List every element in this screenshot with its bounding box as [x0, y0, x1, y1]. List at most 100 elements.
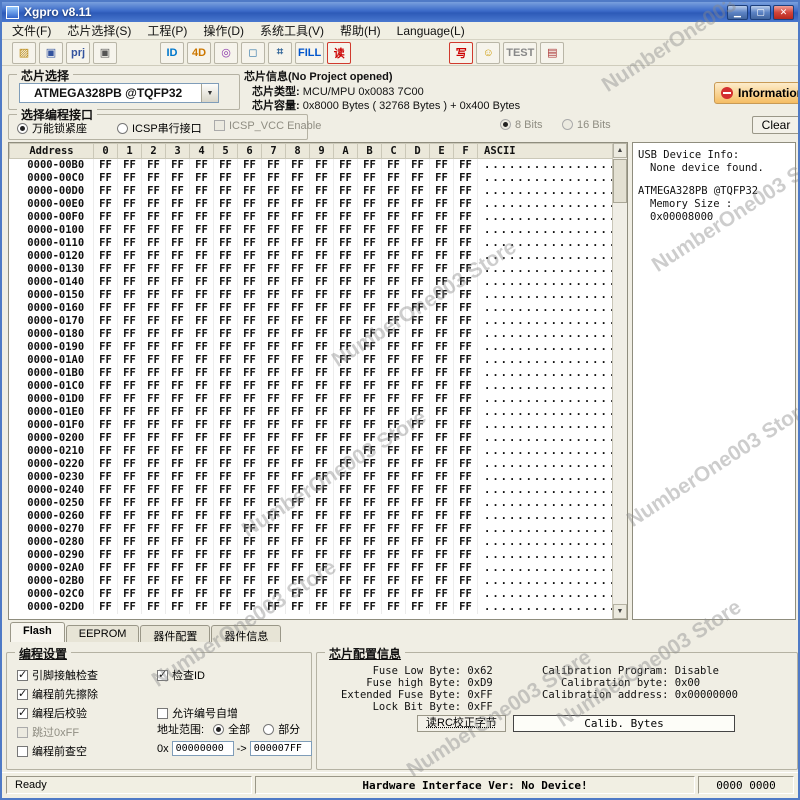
hex-byte-cell[interactable]: FF — [454, 302, 478, 315]
hex-byte-cell[interactable]: FF — [142, 185, 166, 198]
hex-byte-cell[interactable]: FF — [382, 523, 406, 536]
chip-combobox[interactable]: ATMEGA328PB @TQFP32 ▼ — [19, 83, 219, 103]
hex-byte-cell[interactable]: FF — [334, 406, 358, 419]
hex-byte-cell[interactable]: FF — [238, 588, 262, 601]
hex-byte-cell[interactable]: FF — [286, 302, 310, 315]
hex-byte-cell[interactable]: FF — [190, 406, 214, 419]
hex-byte-cell[interactable]: FF — [286, 159, 310, 172]
hex-byte-cell[interactable]: FF — [94, 445, 118, 458]
hex-byte-cell[interactable]: FF — [142, 224, 166, 237]
read-rc-bytes-button[interactable]: 读RC校正字节 — [417, 715, 506, 732]
hex-byte-cell[interactable]: FF — [382, 419, 406, 432]
hex-byte-cell[interactable]: FF — [190, 250, 214, 263]
hex-byte-cell[interactable]: FF — [358, 263, 382, 276]
hex-row[interactable]: 0000-0160FFFFFFFFFFFFFFFFFFFFFFFFFFFFFFF… — [10, 302, 613, 315]
hex-byte-cell[interactable]: FF — [358, 458, 382, 471]
hex-byte-cell[interactable]: FF — [286, 393, 310, 406]
hex-byte-cell[interactable]: FF — [166, 536, 190, 549]
hex-byte-cell[interactable]: FF — [190, 302, 214, 315]
hex-byte-cell[interactable]: FF — [358, 250, 382, 263]
hex-byte-cell[interactable]: FF — [190, 562, 214, 575]
hex-byte-cell[interactable]: FF — [262, 250, 286, 263]
hex-byte-cell[interactable]: FF — [118, 510, 142, 523]
hex-byte-cell[interactable]: FF — [334, 276, 358, 289]
hex-byte-cell[interactable]: FF — [94, 224, 118, 237]
hex-byte-cell[interactable]: FF — [238, 185, 262, 198]
hex-byte-cell[interactable]: FF — [310, 159, 334, 172]
hex-byte-cell[interactable]: FF — [166, 419, 190, 432]
hex-byte-cell[interactable]: FF — [214, 159, 238, 172]
hex-byte-cell[interactable]: FF — [190, 419, 214, 432]
hex-byte-cell[interactable]: FF — [406, 367, 430, 380]
hex-byte-cell[interactable]: FF — [310, 289, 334, 302]
hex-byte-cell[interactable]: FF — [454, 601, 478, 614]
hex-byte-cell[interactable]: FF — [286, 536, 310, 549]
hex-byte-cell[interactable]: FF — [310, 575, 334, 588]
toolbar-save-file-icon[interactable]: ▣ — [39, 42, 63, 64]
hex-byte-cell[interactable]: FF — [238, 523, 262, 536]
hex-row[interactable]: 0000-0240FFFFFFFFFFFFFFFFFFFFFFFFFFFFFFF… — [10, 484, 613, 497]
hex-byte-cell[interactable]: FF — [262, 549, 286, 562]
hex-byte-cell[interactable]: FF — [190, 159, 214, 172]
hex-byte-cell[interactable]: FF — [454, 250, 478, 263]
hex-byte-cell[interactable]: FF — [94, 328, 118, 341]
hex-byte-cell[interactable]: FF — [406, 315, 430, 328]
icsp-radio[interactable]: ICSP串行接口 — [117, 120, 202, 136]
hex-byte-cell[interactable]: FF — [214, 380, 238, 393]
hex-byte-cell[interactable]: FF — [310, 549, 334, 562]
hex-byte-cell[interactable]: FF — [118, 536, 142, 549]
hex-byte-cell[interactable]: FF — [94, 497, 118, 510]
hex-byte-cell[interactable]: FF — [94, 302, 118, 315]
toolbar-save-buffer-icon[interactable]: ▣ — [93, 42, 117, 64]
checkbox-icon[interactable] — [17, 746, 28, 757]
hex-byte-cell[interactable]: FF — [430, 302, 454, 315]
hex-byte-cell[interactable]: FF — [118, 549, 142, 562]
hex-byte-cell[interactable]: FF — [334, 484, 358, 497]
hex-byte-cell[interactable]: FF — [238, 380, 262, 393]
hex-byte-cell[interactable]: FF — [142, 562, 166, 575]
hex-byte-cell[interactable]: FF — [118, 458, 142, 471]
hex-row[interactable]: 0000-02D0FFFFFFFFFFFFFFFFFFFFFFFFFFFFFFF… — [10, 601, 613, 614]
hex-byte-cell[interactable]: FF — [406, 263, 430, 276]
hex-byte-cell[interactable]: FF — [454, 172, 478, 185]
hex-byte-cell[interactable]: FF — [94, 211, 118, 224]
hex-byte-cell[interactable]: FF — [382, 315, 406, 328]
hex-byte-cell[interactable]: FF — [190, 354, 214, 367]
hex-byte-cell[interactable]: FF — [430, 328, 454, 341]
hex-byte-cell[interactable]: FF — [118, 562, 142, 575]
hex-byte-cell[interactable]: FF — [190, 458, 214, 471]
checkbox-编程前查空[interactable]: 编程前查空 — [17, 743, 87, 759]
hex-byte-cell[interactable]: FF — [142, 588, 166, 601]
hex-byte-cell[interactable]: FF — [382, 406, 406, 419]
hex-byte-cell[interactable]: FF — [214, 315, 238, 328]
checkbox-icon[interactable] — [17, 708, 28, 719]
hex-byte-cell[interactable]: FF — [358, 510, 382, 523]
hex-byte-cell[interactable]: FF — [454, 289, 478, 302]
hex-byte-cell[interactable]: FF — [262, 445, 286, 458]
toolbar-chip-id-icon[interactable]: ID — [160, 42, 184, 64]
hex-byte-cell[interactable]: FF — [190, 276, 214, 289]
hex-byte-cell[interactable]: FF — [262, 484, 286, 497]
hex-row[interactable]: 0000-0100FFFFFFFFFFFFFFFFFFFFFFFFFFFFFFF… — [10, 224, 613, 237]
hex-byte-cell[interactable]: FF — [334, 250, 358, 263]
hex-byte-cell[interactable]: FF — [214, 263, 238, 276]
hex-byte-cell[interactable]: FF — [334, 172, 358, 185]
hex-byte-cell[interactable]: FF — [406, 159, 430, 172]
hex-byte-cell[interactable]: FF — [286, 497, 310, 510]
hex-byte-cell[interactable]: FF — [94, 419, 118, 432]
hex-byte-cell[interactable]: FF — [358, 211, 382, 224]
hex-byte-cell[interactable]: FF — [334, 237, 358, 250]
hex-byte-cell[interactable]: FF — [190, 185, 214, 198]
hex-byte-cell[interactable]: FF — [454, 419, 478, 432]
tab-eeprom[interactable]: EEPROM — [66, 625, 140, 642]
toolbar-verify-chip-icon[interactable]: ☺ — [476, 42, 500, 64]
hex-byte-cell[interactable]: FF — [430, 250, 454, 263]
hex-byte-cell[interactable]: FF — [190, 237, 214, 250]
hex-byte-cell[interactable]: FF — [406, 484, 430, 497]
hex-byte-cell[interactable]: FF — [358, 198, 382, 211]
hex-byte-cell[interactable]: FF — [358, 445, 382, 458]
hex-byte-cell[interactable]: FF — [214, 484, 238, 497]
hex-byte-cell[interactable]: FF — [334, 471, 358, 484]
hex-byte-cell[interactable]: FF — [142, 328, 166, 341]
menu-item-6[interactable]: Language(L) — [389, 23, 473, 39]
